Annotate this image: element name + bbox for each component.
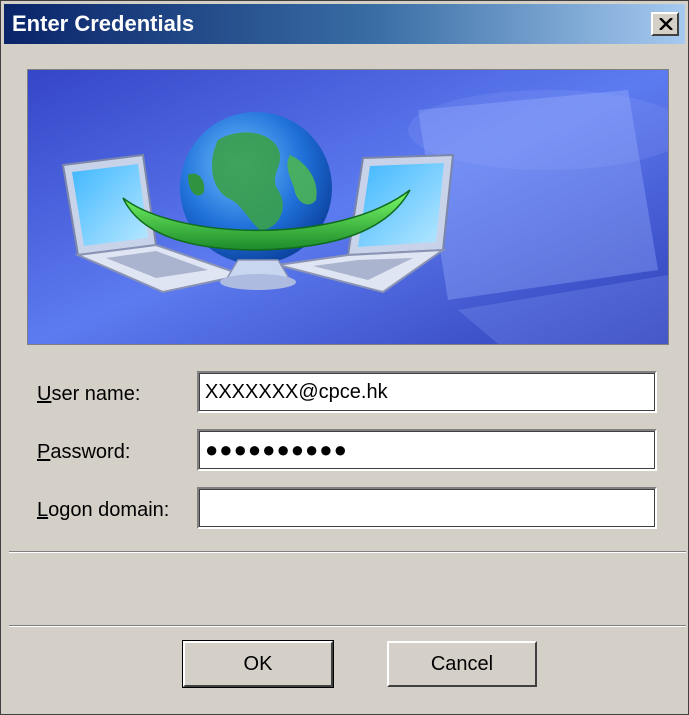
network-connection-illustration bbox=[28, 70, 668, 344]
separator bbox=[9, 551, 686, 553]
password-label: Password: bbox=[37, 441, 131, 463]
password-field[interactable]: ●●●●●●●●●● bbox=[197, 429, 657, 471]
window-title: Enter Credentials bbox=[12, 11, 195, 36]
credentials-dialog: Enter Credentials User name: XXXXXXX@cpc… bbox=[0, 0, 689, 715]
username-field[interactable]: XXXXXXX@cpce.hk bbox=[197, 371, 657, 413]
separator bbox=[9, 625, 686, 627]
close-button[interactable] bbox=[651, 12, 679, 36]
cancel-button[interactable]: Cancel bbox=[387, 641, 537, 687]
close-icon bbox=[659, 18, 673, 30]
banner-image bbox=[27, 69, 669, 345]
title-bar[interactable]: Enter Credentials bbox=[4, 4, 685, 44]
logon-domain-field[interactable] bbox=[197, 487, 657, 529]
logon-domain-label: Logon domain: bbox=[37, 499, 170, 521]
username-label: User name: bbox=[37, 383, 141, 405]
ok-button[interactable]: OK bbox=[182, 640, 334, 688]
